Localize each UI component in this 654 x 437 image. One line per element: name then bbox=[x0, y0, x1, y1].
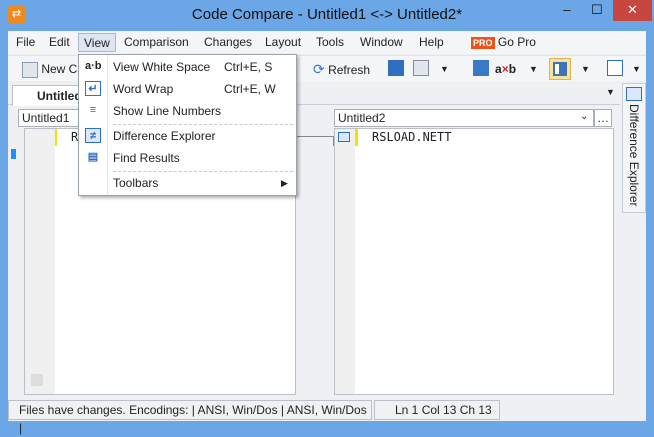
right-editor[interactable]: RSLOAD.NETT bbox=[334, 128, 614, 395]
status-bar: Files have changes. Encodings: | ANSI, W… bbox=[8, 398, 646, 435]
menu-edit[interactable]: Edit bbox=[44, 33, 75, 52]
menu-comparison[interactable]: Comparison bbox=[119, 33, 194, 52]
refresh-button[interactable]: ⟳ Refresh bbox=[313, 60, 370, 78]
menu-file[interactable]: File bbox=[11, 33, 40, 52]
change-marker bbox=[355, 129, 358, 146]
find-results-icon: ▤ bbox=[87, 151, 99, 163]
maximize-button[interactable]: ☐ bbox=[583, 0, 611, 21]
dropdown-arrow-icon[interactable]: ▼ bbox=[440, 60, 449, 78]
compare-text-icon[interactable]: a×b bbox=[495, 60, 516, 78]
right-gutter bbox=[335, 129, 355, 394]
scroll-bottom-icon[interactable] bbox=[31, 374, 43, 386]
find-icon[interactable] bbox=[413, 60, 429, 76]
refresh-icon: ⟳ bbox=[313, 61, 325, 77]
difference-explorer-icon: ≠ bbox=[85, 128, 101, 143]
menu-window[interactable]: Window bbox=[355, 33, 408, 52]
merge-arrow-icon[interactable] bbox=[338, 132, 350, 142]
label: View White Space bbox=[113, 60, 211, 74]
menu-item-view-white-space[interactable]: a·b View White Space Ctrl+E, S bbox=[79, 56, 296, 78]
whitespace-icon: a·b bbox=[85, 60, 102, 72]
diff-connector bbox=[296, 136, 334, 146]
dropdown-arrow-icon[interactable]: ▼ bbox=[632, 60, 641, 78]
menu-item-find-results[interactable]: ▤ Find Results bbox=[79, 147, 296, 169]
dropdown-arrow-icon[interactable]: ▼ bbox=[529, 60, 538, 78]
dropdown-arrow-icon[interactable]: ▼ bbox=[581, 60, 590, 78]
label: Show Line Numbers bbox=[113, 104, 222, 118]
word-wrap-icon: ↵ bbox=[85, 81, 101, 96]
columns-icon bbox=[553, 62, 567, 76]
change-marker bbox=[55, 129, 57, 146]
menu-item-word-wrap[interactable]: ↵ Word Wrap Ctrl+E, W bbox=[79, 78, 296, 100]
chevron-down-icon[interactable]: ⌄ bbox=[580, 111, 588, 122]
shortcut: Ctrl+E, S bbox=[224, 60, 273, 74]
label: Difference Explorer bbox=[113, 129, 216, 143]
browse-button[interactable]: … bbox=[594, 109, 612, 127]
minimize-button[interactable]: – bbox=[553, 0, 581, 21]
line-numbers-icon: ≡ bbox=[89, 104, 97, 116]
submenu-arrow-icon: ▶ bbox=[281, 178, 288, 188]
cursor-position: Ln 1 Col 13 Ch 13 bbox=[374, 400, 500, 420]
difference-explorer-label: Difference Explorer bbox=[627, 104, 641, 207]
view-menu: a·b View White Space Ctrl+E, S ↵ Word Wrap C… bbox=[78, 54, 297, 196]
new-comparison-icon bbox=[22, 61, 38, 78]
menu-bar: File Edit View Comparison Changes Layout… bbox=[8, 31, 646, 54]
menu-item-difference-explorer[interactable]: ≠ Difference Explorer bbox=[79, 125, 296, 147]
pro-badge: PRO bbox=[471, 37, 495, 49]
right-file-combo[interactable]: Untitled2 bbox=[334, 109, 594, 127]
left-gutter bbox=[25, 129, 55, 394]
pro-merge-icon[interactable] bbox=[473, 60, 489, 76]
menu-item-toolbars[interactable]: Toolbars ▶ bbox=[79, 172, 296, 194]
label: Find Results bbox=[113, 151, 180, 165]
menu-help[interactable]: Help bbox=[414, 33, 449, 52]
title-bar: ⇄ Code Compare - Untitled1 <-> Untitled2… bbox=[0, 0, 654, 31]
label: Toolbars bbox=[113, 176, 159, 190]
right-code-line: RSLOAD.NETT bbox=[372, 130, 452, 144]
menu-view[interactable]: View bbox=[78, 33, 116, 52]
tab-list-dropdown-icon[interactable]: ▼ bbox=[606, 87, 615, 97]
go-pro-button[interactable]: PRO Go Pro bbox=[466, 33, 541, 52]
word-wrap-icon[interactable] bbox=[607, 60, 623, 76]
tab-untitled[interactable]: Untitled bbox=[12, 85, 82, 106]
menu-changes[interactable]: Changes bbox=[199, 33, 257, 52]
new-label: New C bbox=[41, 62, 78, 76]
label: Word Wrap bbox=[113, 82, 174, 96]
swap-icon[interactable] bbox=[388, 60, 404, 76]
close-button[interactable]: ✕ bbox=[613, 0, 652, 21]
new-comparison-button[interactable]: New C bbox=[22, 60, 77, 78]
status-message: Files have changes. Encodings: | ANSI, W… bbox=[8, 400, 372, 435]
go-pro-label: Go Pro bbox=[497, 35, 536, 49]
menu-layout[interactable]: Layout bbox=[260, 33, 306, 52]
diff-indicator bbox=[11, 149, 16, 159]
menu-tools[interactable]: Tools bbox=[311, 33, 349, 52]
refresh-label: Refresh bbox=[328, 63, 371, 77]
difference-explorer-icon bbox=[626, 87, 642, 101]
shortcut: Ctrl+E, W bbox=[224, 82, 276, 96]
menu-item-show-line-numbers[interactable]: ≡ Show Line Numbers bbox=[79, 100, 296, 122]
difference-explorer-tab[interactable]: Difference Explorer bbox=[622, 83, 646, 213]
layout-columns-button[interactable] bbox=[549, 58, 571, 80]
